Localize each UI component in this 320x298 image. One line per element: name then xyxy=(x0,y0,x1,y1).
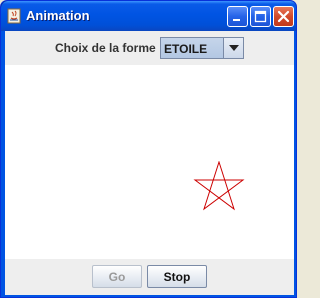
shape-label: Choix de la forme xyxy=(55,41,156,55)
combobox-arrow-button[interactable] xyxy=(223,38,243,58)
app-window: Animation Choix de la forme ETOILE Go St… xyxy=(0,0,297,298)
minimize-button[interactable] xyxy=(227,6,248,27)
animation-canvas xyxy=(5,65,294,259)
shape-selector-panel: Choix de la forme ETOILE xyxy=(5,31,294,65)
close-button[interactable] xyxy=(273,6,294,27)
shape-selected-value: ETOILE xyxy=(164,42,208,56)
title-bar[interactable]: Animation xyxy=(1,1,296,31)
content-pane: Choix de la forme ETOILE Go Stop xyxy=(5,31,294,295)
window-title: Animation xyxy=(26,8,90,23)
stop-button[interactable]: Stop xyxy=(147,265,207,288)
window-border-right xyxy=(294,31,296,297)
close-icon xyxy=(277,10,290,23)
maximize-button[interactable] xyxy=(250,6,271,27)
maximize-icon xyxy=(254,10,267,23)
go-button[interactable]: Go xyxy=(92,265,142,288)
button-panel: Go Stop xyxy=(5,259,294,295)
shape-combobox[interactable]: ETOILE xyxy=(160,37,244,59)
star-icon xyxy=(193,161,245,211)
minimize-icon xyxy=(233,19,240,21)
java-app-icon xyxy=(7,8,21,24)
chevron-down-icon xyxy=(228,45,239,51)
